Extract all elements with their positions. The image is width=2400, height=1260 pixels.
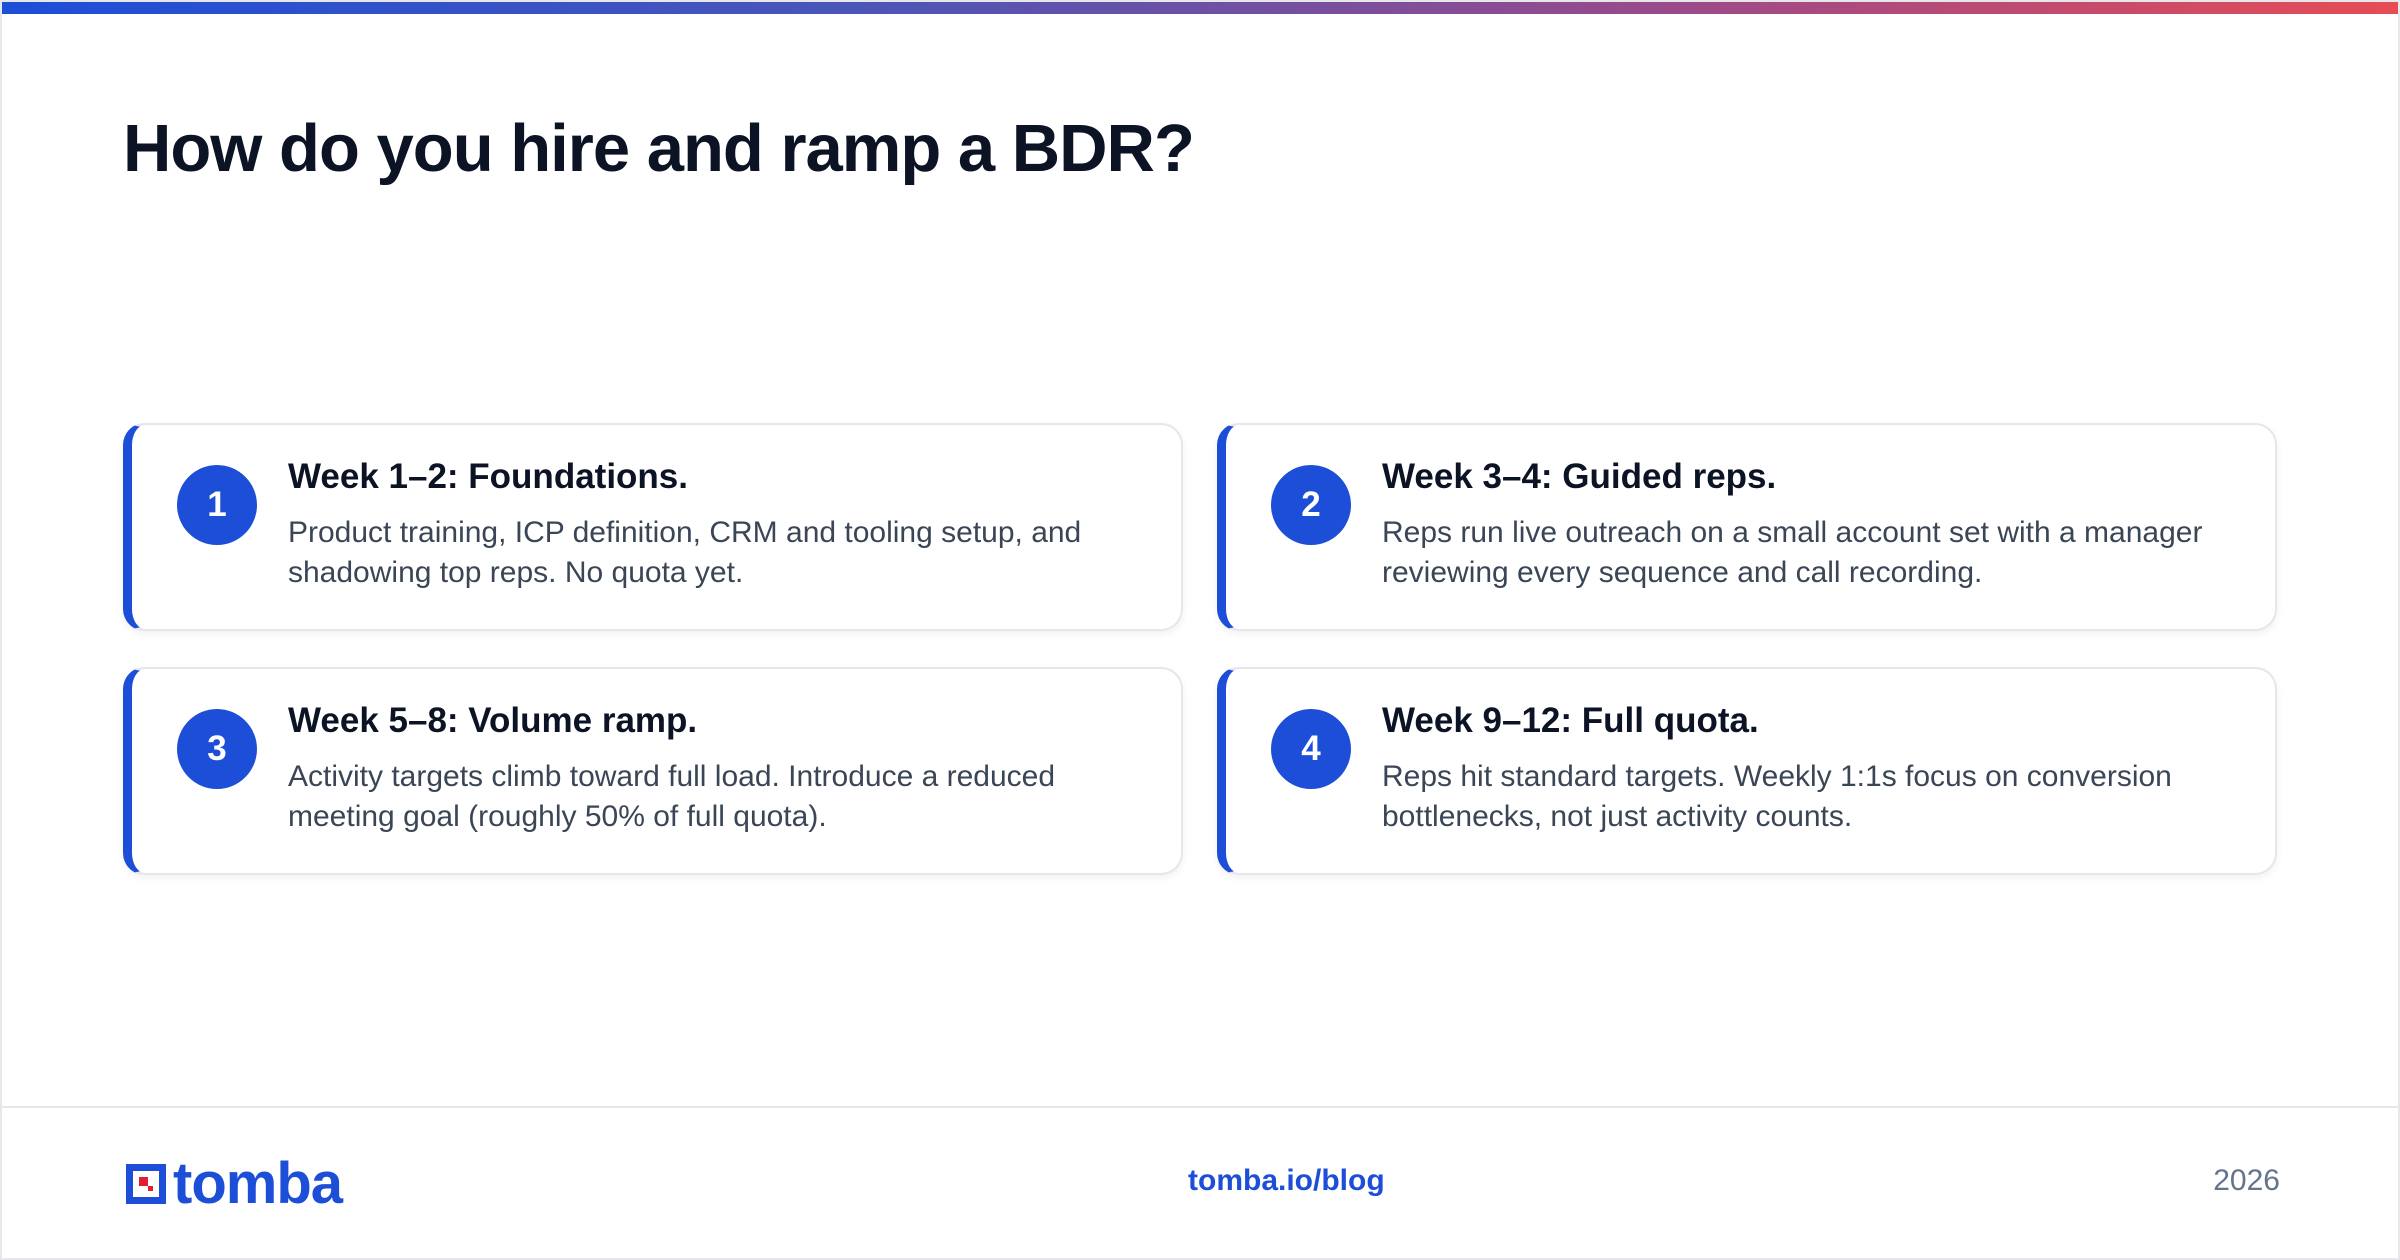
step-title: Week 9–12: Full quota.	[1382, 701, 1759, 740]
blog-link[interactable]: tomba.io/blog	[1188, 1164, 1385, 1198]
step-description: Reps run live outreach on a small accoun…	[1382, 516, 2203, 589]
gradient-top-bar	[2, 2, 2398, 14]
step-number-badge: 2	[1271, 465, 1351, 545]
step-number-badge: 4	[1271, 709, 1351, 789]
tomba-logo[interactable]: tomba	[123, 1151, 343, 1216]
step-card-2: 2 Week 3–4: Guided reps. Reps run live o…	[1217, 423, 2277, 631]
page-title: How do you hire and ramp a BDR?	[123, 111, 1195, 186]
footer-year: 2026	[2213, 1164, 2280, 1197]
step-title: Week 3–4: Guided reps.	[1382, 457, 1777, 496]
step-card-4: 4 Week 9–12: Full quota. Reps hit standa…	[1217, 667, 2277, 875]
step-number-badge: 1	[177, 465, 257, 545]
step-description: Activity targets climb toward full load.…	[288, 760, 1056, 833]
footer-divider	[2, 1106, 2398, 1108]
page-frame: How do you hire and ramp a BDR? 1 Week 1…	[0, 0, 2400, 1260]
step-number-badge: 3	[177, 709, 257, 789]
step-description: Reps hit standard targets. Weekly 1:1s f…	[1382, 760, 2172, 833]
step-card-1: 1 Week 1–2: Foundations. Product trainin…	[123, 423, 1183, 631]
step-card-3: 3 Week 5–8: Volume ramp. Activity target…	[123, 667, 1183, 875]
step-title: Week 1–2: Foundations.	[288, 457, 688, 496]
tomba-logo-icon	[126, 1164, 166, 1204]
logo-wordmark: tomba	[173, 1151, 343, 1216]
step-title: Week 5–8: Volume ramp.	[288, 701, 698, 740]
step-description: Product training, ICP definition, CRM an…	[288, 516, 1082, 589]
